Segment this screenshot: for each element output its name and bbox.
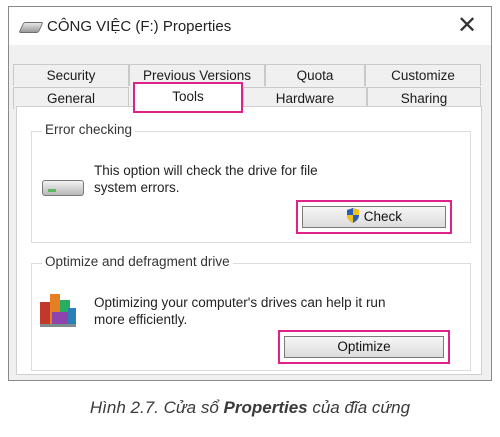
close-button[interactable]: ✕ xyxy=(451,11,483,41)
uac-shield-icon xyxy=(346,208,359,223)
optimize-button[interactable]: Optimize xyxy=(284,336,444,358)
tab-customize[interactable]: Customize xyxy=(365,64,481,86)
error-checking-title: Error checking xyxy=(42,122,136,137)
check-button[interactable]: Check xyxy=(302,206,446,228)
defrag-icon xyxy=(40,294,76,327)
error-checking-description: This option will check the drive for fil… xyxy=(94,163,318,195)
optimize-title: Optimize and defragment drive xyxy=(42,254,233,269)
title-bar: CÔNG VIỆC (F:) Properties ✕ xyxy=(9,7,491,45)
drive-icon xyxy=(18,22,44,33)
tab-tools[interactable]: Tools xyxy=(133,82,243,113)
tab-security[interactable]: Security xyxy=(13,64,129,86)
tab-quota[interactable]: Quota xyxy=(265,64,365,86)
error-checking-group: Error checking This option will check th… xyxy=(31,122,471,243)
drive-icon xyxy=(42,180,84,196)
optimize-group: Optimize and defragment drive Optimizing… xyxy=(31,254,471,371)
figure-caption: Hình 2.7. Cửa sổ Properties của đĩa cứng xyxy=(89,398,411,417)
optimize-description: Optimizing your computer's drives can he… xyxy=(94,295,386,327)
window-title: CÔNG VIỆC (F:) Properties xyxy=(47,18,232,35)
tools-panel: Error checking This option will check th… xyxy=(16,106,482,375)
